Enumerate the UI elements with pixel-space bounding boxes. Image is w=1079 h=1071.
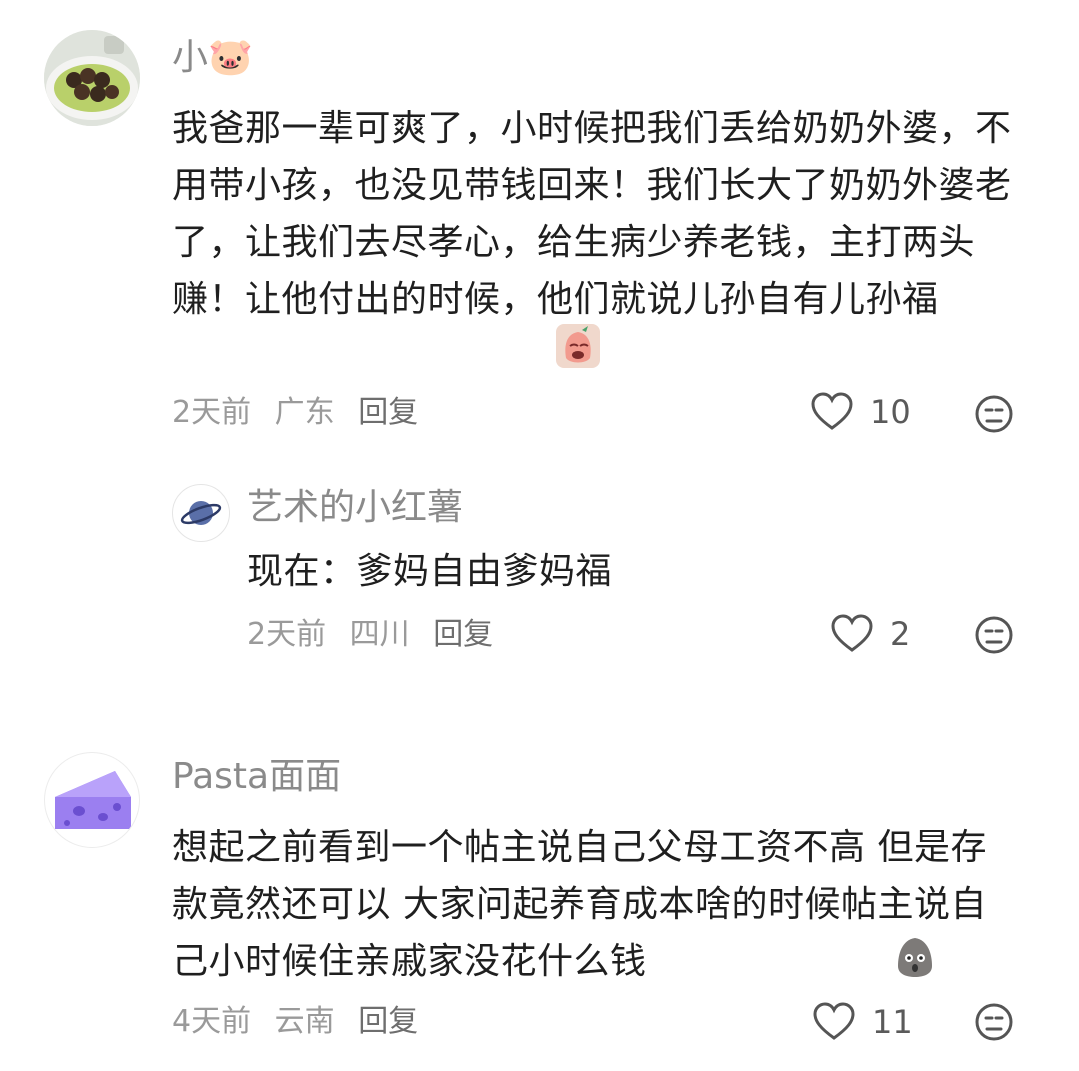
reply-meta: 2天前 四川 回复 bbox=[247, 615, 507, 655]
react-button[interactable] bbox=[974, 394, 1014, 438]
planet-icon bbox=[180, 501, 222, 525]
reply-time: 2天前 bbox=[247, 617, 327, 652]
like-count: 11 bbox=[872, 1003, 913, 1041]
reply-button[interactable]: 回复 bbox=[358, 395, 418, 430]
heart-outline-icon bbox=[813, 1002, 855, 1040]
avatar-user-1[interactable] bbox=[44, 30, 140, 126]
comment-text: 我爸那一辈可爽了，小时候把我们丢给奶奶外婆，不用带小孩，也没见带钱回来！我们长大… bbox=[172, 108, 1012, 320]
comment-time: 2天前 bbox=[172, 395, 252, 430]
heart-outline-icon bbox=[831, 614, 873, 652]
comment-time: 4天前 bbox=[172, 1004, 252, 1039]
reply-username[interactable]: 艺术的小红薯 bbox=[247, 486, 463, 530]
cheese-image bbox=[55, 771, 131, 829]
reply-react-button[interactable] bbox=[974, 615, 1014, 659]
neutral-face-icon bbox=[975, 616, 1013, 654]
react-button[interactable] bbox=[974, 1002, 1014, 1046]
avatar-user-2[interactable] bbox=[44, 752, 140, 848]
comment-username[interactable]: Pasta面面 bbox=[172, 755, 341, 799]
comment-location: 广东 bbox=[274, 395, 335, 430]
like-count: 10 bbox=[870, 393, 911, 431]
comment-meta: 4天前 云南 回复 bbox=[172, 1002, 432, 1042]
reply-location: 四川 bbox=[349, 617, 410, 652]
like-button[interactable]: 10 bbox=[810, 390, 911, 434]
neutral-face-icon bbox=[975, 1003, 1013, 1041]
food-plate-image bbox=[44, 30, 140, 126]
avatar-user-reply[interactable] bbox=[172, 484, 230, 542]
reply-text: 现在：爹妈自由爹妈福 bbox=[247, 551, 613, 592]
comment-location: 云南 bbox=[274, 1004, 335, 1039]
reply-reply-button[interactable]: 回复 bbox=[433, 617, 493, 652]
reply-like-button[interactable]: 2 bbox=[830, 612, 910, 656]
crying-face-emoji bbox=[556, 324, 600, 372]
comment-meta: 2天前 广东 回复 bbox=[172, 393, 432, 433]
neutral-face-icon bbox=[975, 395, 1013, 433]
heart-outline-icon bbox=[811, 392, 853, 430]
comment-username[interactable]: 小🐷 bbox=[172, 36, 253, 80]
shocked-face-emoji bbox=[892, 934, 938, 984]
reply-like-count: 2 bbox=[890, 615, 911, 653]
reply-button[interactable]: 回复 bbox=[358, 1004, 418, 1039]
like-button[interactable]: 11 bbox=[812, 1000, 913, 1044]
